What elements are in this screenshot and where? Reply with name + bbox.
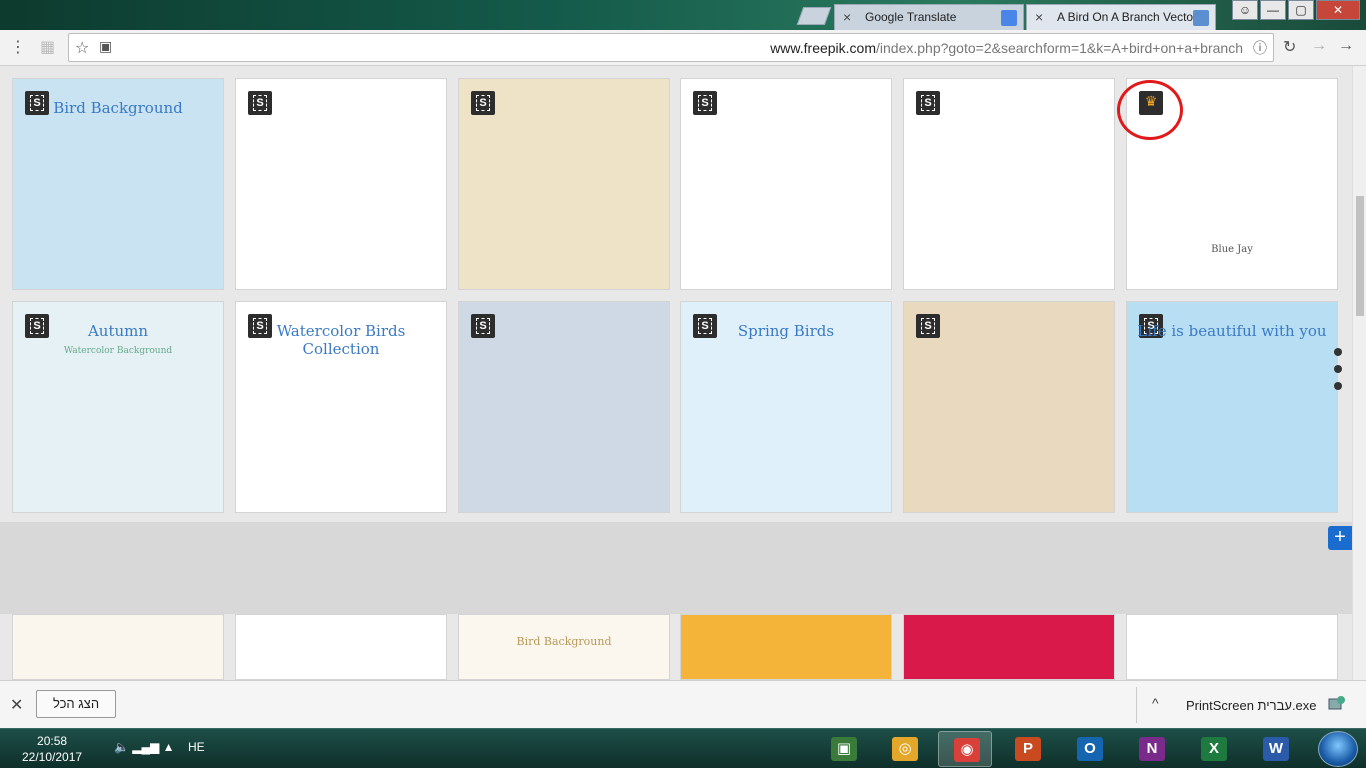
google-translate-favicon-icon xyxy=(1001,10,1017,26)
shutterstock-icon[interactable]: S xyxy=(916,314,940,338)
minimize-button[interactable]: — xyxy=(1260,0,1286,20)
chrome-icon: ◉ xyxy=(954,738,980,762)
onenote-icon: N xyxy=(1139,737,1165,761)
taskbar-app-powerpoint[interactable]: P xyxy=(1000,731,1054,767)
url-text[interactable]: www.freepik.com/index.php?goto=2&searchf… xyxy=(770,40,1243,56)
url-host: www.freepik.com xyxy=(770,40,876,56)
forward-icon[interactable]: → xyxy=(1311,37,1327,55)
system-clock[interactable]: 20:58 22/10/2017 xyxy=(22,733,82,765)
chevron-up-icon[interactable]: ^ xyxy=(1152,695,1159,711)
windows-taskbar: 20:58 22/10/2017 🔈 ▂▄▆ ▲ HE ▣ ◎ ◉ P O N X W xyxy=(0,728,1366,768)
start-button[interactable] xyxy=(1318,731,1358,767)
tab-google-translate[interactable]: × Google Translate xyxy=(834,4,1024,30)
download-filename[interactable]: PrintScreen עברית.exe xyxy=(1186,698,1317,713)
taskbar-app-chrome[interactable]: ◉ xyxy=(938,731,992,767)
tile-title: Life is beautiful with you xyxy=(1137,322,1327,340)
taskbar-app-monitor[interactable]: ▣ xyxy=(816,731,870,767)
tile-title: Blue Jay xyxy=(1211,244,1253,255)
swirl-icon: ◎ xyxy=(892,737,918,761)
image-tile[interactable] xyxy=(12,614,224,680)
extension-icon[interactable]: ▦ xyxy=(40,37,55,57)
tile-title: Bird Background xyxy=(516,635,612,648)
reload-icon[interactable]: ↻ xyxy=(1283,37,1296,57)
image-tile[interactable] xyxy=(680,614,892,680)
image-tile[interactable]: S xyxy=(235,78,447,290)
word-icon: W xyxy=(1263,737,1289,761)
tab-label: A Bird On A Branch Vecto xyxy=(1057,10,1194,24)
add-button[interactable]: + xyxy=(1328,526,1352,550)
back-icon[interactable]: → xyxy=(1338,37,1354,55)
tray-icons[interactable]: 🔈 ▂▄▆ ▲ xyxy=(114,740,175,754)
thumbnail-row-header xyxy=(0,522,1352,614)
taskbar-app-onenote[interactable]: N xyxy=(1124,731,1178,767)
image-tile[interactable]: S Bird Background xyxy=(12,78,224,290)
tile-title: Bird Background xyxy=(53,99,183,117)
tile-title: Autumn xyxy=(87,322,149,340)
url-path: /index.php?goto=2&searchform=1&k=A+bird+… xyxy=(876,40,1243,56)
image-tile[interactable] xyxy=(1126,614,1338,680)
image-tile[interactable]: Bird Background xyxy=(458,614,670,680)
info-icon[interactable]: ⓘ xyxy=(1253,38,1267,58)
address-bar[interactable]: ☆ ▣ www.freepik.com/index.php?goto=2&sea… xyxy=(68,33,1274,62)
language-indicator[interactable]: HE xyxy=(188,740,205,754)
scrollbar-thumb[interactable] xyxy=(1356,196,1364,316)
image-tile[interactable]: S Life is beautiful with you xyxy=(1126,301,1338,513)
taskbar-app-outlook[interactable]: O xyxy=(1062,731,1116,767)
tile-title: Watercolor Birds Collection xyxy=(276,322,406,358)
image-tile[interactable]: S xyxy=(458,78,670,290)
vertical-scrollbar[interactable] xyxy=(1352,66,1366,680)
bookmark-star-icon[interactable]: ☆ xyxy=(75,38,89,58)
installer-icon xyxy=(1328,696,1345,710)
shutterstock-icon[interactable]: S xyxy=(471,314,495,338)
excel-icon: X xyxy=(1201,737,1227,761)
shutterstock-icon[interactable]: S xyxy=(471,91,495,115)
more-options-icon[interactable] xyxy=(1334,348,1342,399)
image-tile[interactable] xyxy=(235,614,447,680)
new-tab-button[interactable] xyxy=(796,7,832,25)
shutterstock-icon[interactable]: S xyxy=(693,91,717,115)
image-tile[interactable]: S xyxy=(903,301,1115,513)
shutterstock-icon[interactable]: S xyxy=(248,91,272,115)
close-window-button[interactable]: ✕ xyxy=(1316,0,1360,20)
outlook-icon: O xyxy=(1077,737,1103,761)
image-tile[interactable]: S Autumn Watercolor Background xyxy=(12,301,224,513)
tab-label: Google Translate xyxy=(865,10,957,24)
menu-dots-icon[interactable]: ⋮ xyxy=(10,37,26,57)
image-tile[interactable]: S Watercolor Birds Collection xyxy=(235,301,447,513)
close-download-bar-icon[interactable]: ✕ xyxy=(10,695,23,715)
close-tab-icon[interactable]: × xyxy=(843,9,851,25)
tray-expand-icon[interactable]: ▲ xyxy=(163,740,175,754)
user-icon[interactable]: ☺ xyxy=(1232,0,1258,20)
image-tile[interactable]: S xyxy=(680,78,892,290)
title-bar: × Google Translate × A Bird On A Branch … xyxy=(0,0,1366,30)
show-all-button[interactable]: הצג הכל xyxy=(36,690,116,718)
download-bar: ✕ הצג הכל ^ PrintScreen עברית.exe xyxy=(0,680,1366,728)
tile-subtitle: Watercolor Background xyxy=(63,346,173,356)
annotation-circle xyxy=(1117,80,1183,140)
image-tile[interactable]: S xyxy=(903,78,1115,290)
powerpoint-icon: P xyxy=(1015,737,1041,761)
network-icon[interactable]: ▂▄▆ xyxy=(132,740,159,754)
page-action-icon[interactable]: ▣ xyxy=(99,38,112,55)
shutterstock-icon[interactable]: S xyxy=(916,91,940,115)
close-tab-icon[interactable]: × xyxy=(1035,9,1043,25)
page-content: S Bird Background S S S S ♛ Blue Jay S Autumn Wate… xyxy=(0,66,1352,680)
tile-title: Spring Birds xyxy=(737,322,835,340)
taskbar-app-swirl[interactable]: ◎ xyxy=(877,731,931,767)
divider xyxy=(1136,687,1137,723)
image-tile[interactable]: S Spring Birds xyxy=(680,301,892,513)
image-tile[interactable] xyxy=(903,614,1115,680)
tab-bird-on-branch[interactable]: × A Bird On A Branch Vecto xyxy=(1026,4,1216,30)
monitor-icon: ▣ xyxy=(831,737,857,761)
taskbar-app-word[interactable]: W xyxy=(1248,731,1302,767)
browser-toolbar: ⋮ ▦ ☆ ▣ www.freepik.com/index.php?goto=2… xyxy=(0,30,1366,66)
image-tile[interactable]: S xyxy=(458,301,670,513)
clock-date: 22/10/2017 xyxy=(22,750,83,764)
maximize-button[interactable]: ▢ xyxy=(1288,0,1314,20)
speaker-icon[interactable]: 🔈 xyxy=(114,740,129,754)
clock-time: 20:58 xyxy=(37,734,68,748)
freepik-favicon-icon xyxy=(1193,10,1209,26)
taskbar-app-excel[interactable]: X xyxy=(1186,731,1240,767)
